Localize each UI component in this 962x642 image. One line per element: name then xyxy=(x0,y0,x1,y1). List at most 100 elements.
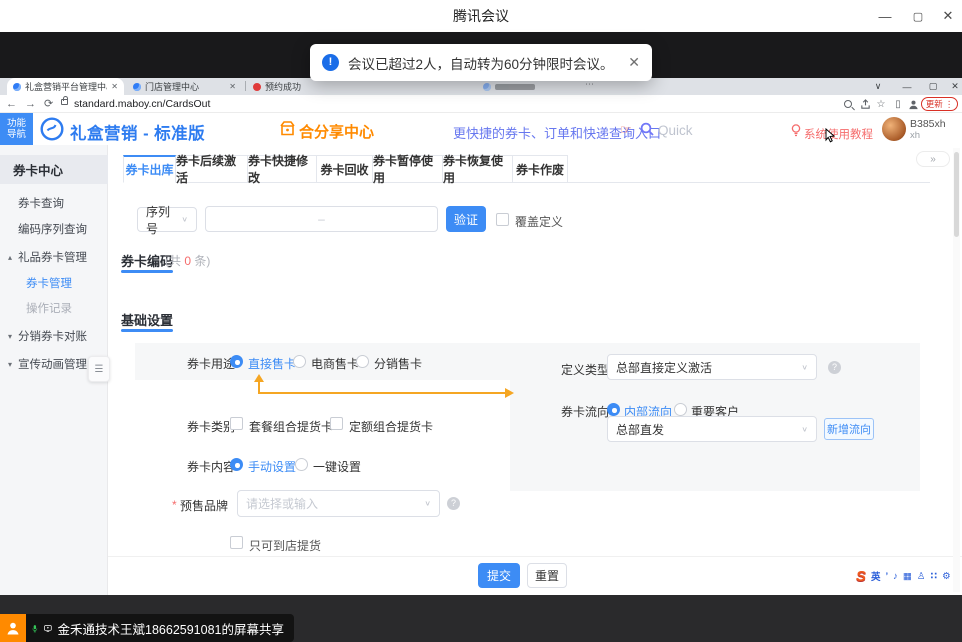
tab-card-quick-edit[interactable]: 券卡快捷修改 xyxy=(248,155,317,183)
ime-skin-icon[interactable]: ♙ xyxy=(917,571,926,582)
sidebar-item-operation-log[interactable]: 操作记录 xyxy=(0,298,108,318)
brand-select-input[interactable]: 请选择或输入 ∨ xyxy=(237,490,440,517)
category-option-fixed[interactable]: 定额组合提货卡 xyxy=(349,418,433,435)
ime-toolbox-icon[interactable]: ∷ xyxy=(930,571,937,582)
side-panel-icon[interactable]: ▯ xyxy=(891,97,905,111)
add-flow-button[interactable]: 新增流向 xyxy=(824,418,874,440)
ime-keyboard-icon[interactable]: ▦ xyxy=(903,571,912,582)
sidebar-item-card-management-active[interactable]: 券卡管理 xyxy=(0,273,108,293)
browser-tab-active[interactable]: 礼盒营销平台管理中心 ✕ xyxy=(7,78,124,95)
content-label: 券卡内容 xyxy=(187,458,235,475)
url-text[interactable]: standard.maboy.cn/CardsOut xyxy=(74,98,210,110)
sidebar-item-distribution-reconciliation[interactable]: ▾ 分销券卡对账 xyxy=(0,326,108,346)
tab-favicon xyxy=(483,83,491,91)
content-option-manual[interactable]: 手动设置 xyxy=(248,458,296,475)
quick-label[interactable]: Quick xyxy=(658,123,693,138)
meeting-minimize-button[interactable]: — xyxy=(870,0,900,32)
obscured-tab-fragment xyxy=(483,80,535,93)
tab-card-suspend[interactable]: 券卡暂停使用 xyxy=(373,155,443,183)
tab-card-recycle[interactable]: 券卡回收 xyxy=(317,155,373,183)
store-only-checkbox[interactable] xyxy=(230,536,243,549)
verify-button[interactable]: 验证 xyxy=(446,206,486,232)
screen-share-banner: 金禾通技术王斌18662591081的屏幕共享 xyxy=(26,614,294,642)
usage-option-direct[interactable]: 直接售卡 xyxy=(248,355,296,372)
content-radio-manual-selected[interactable] xyxy=(230,458,243,471)
browser-close-button[interactable]: ✕ xyxy=(946,79,962,94)
overwrite-checkbox[interactable] xyxy=(496,213,509,226)
browser-maximize-button[interactable]: ▢ xyxy=(924,79,942,94)
menu-dots-icon: ⋮ xyxy=(945,99,954,110)
usage-option-ecommerce[interactable]: 电商售卡 xyxy=(311,355,359,372)
usage-radio-ecommerce[interactable] xyxy=(293,355,306,368)
sidebar-item-code-sequence-query[interactable]: 编码序列查询 xyxy=(0,219,108,239)
meeting-close-button[interactable]: ✕ xyxy=(933,0,962,32)
share-page-icon[interactable] xyxy=(858,97,872,111)
sidebar-collapse-handle[interactable]: ☰ xyxy=(88,356,110,382)
browser-minimize-button[interactable]: — xyxy=(898,79,916,94)
tab-card-outbound[interactable]: 券卡出库 xyxy=(123,155,176,183)
sidebar-item-card-query[interactable]: 券卡查询 xyxy=(0,193,108,213)
category-checkbox-package[interactable] xyxy=(230,417,243,430)
usage-radio-distribution[interactable] xyxy=(356,355,369,368)
profile-icon[interactable] xyxy=(906,97,920,111)
back-icon[interactable]: ← xyxy=(6,97,17,111)
serial-range-input[interactable]: – xyxy=(205,206,438,232)
bookmark-star-icon[interactable]: ☆ xyxy=(874,97,888,111)
screen-share-icon xyxy=(44,622,52,635)
reset-button[interactable]: 重置 xyxy=(527,563,567,588)
ime-toolbar[interactable]: S 英 ’ ♪ ▦ ♙ ∷ ⚙ xyxy=(856,567,951,585)
ime-settings-icon[interactable]: ⚙ xyxy=(942,571,951,582)
quick-search-icon[interactable] xyxy=(640,122,654,136)
tab-title-fragment xyxy=(495,84,535,90)
flow-radio-vip[interactable] xyxy=(674,403,687,416)
definition-type-select[interactable]: 总部直接定义激活 ∨ xyxy=(607,354,817,380)
lock-icon[interactable] xyxy=(61,99,68,105)
codes-count: (共 0 条) xyxy=(165,252,210,269)
sidebar-header: 券卡中心 xyxy=(0,155,108,184)
reload-icon[interactable]: ⟳ xyxy=(44,97,53,111)
submit-button[interactable]: 提交 xyxy=(478,563,520,588)
sogou-logo-icon[interactable]: S xyxy=(856,568,866,585)
ime-punctuation-icon[interactable]: ’ xyxy=(886,571,889,582)
zoom-search-icon[interactable] xyxy=(841,97,855,111)
serial-field-select[interactable]: 序列号 ∨ xyxy=(137,207,197,232)
tab-favicon xyxy=(253,83,261,91)
toast-close-icon[interactable]: ✕ xyxy=(628,54,640,71)
forward-icon[interactable]: → xyxy=(25,97,36,111)
browser-tab-search-icon[interactable]: ∨ xyxy=(869,79,887,94)
overwrite-label: 覆盖定义 xyxy=(515,213,563,230)
definition-help-icon[interactable]: ? xyxy=(828,361,841,374)
content-option-onekey[interactable]: 一键设置 xyxy=(313,458,361,475)
tutorial-link[interactable]: 系统使用教程 xyxy=(804,126,873,142)
share-center-link[interactable]: 合分享中心 xyxy=(299,121,374,142)
meeting-toast: ! 会议已超过2人，自动转为60分钟限时会议。 ✕ xyxy=(310,44,652,81)
tab-close-icon[interactable]: ✕ xyxy=(229,82,236,91)
tab-card-void[interactable]: 券卡作废 xyxy=(513,155,568,183)
codes-count-close: 条) xyxy=(191,254,210,268)
sidebar-item-gift-card-management[interactable]: ▴ 礼品券卡管理 xyxy=(0,247,108,267)
tab-separator xyxy=(245,81,246,91)
ime-mic-icon[interactable]: ♪ xyxy=(893,571,898,582)
browser-tab-2[interactable]: 门店管理中心 ✕ xyxy=(127,78,242,95)
content-radio-onekey[interactable] xyxy=(295,458,308,471)
brand-help-icon[interactable]: ? xyxy=(447,497,460,510)
tab-close-icon[interactable]: ✕ xyxy=(111,82,118,91)
flow-radio-internal-selected[interactable] xyxy=(607,403,620,416)
category-option-package[interactable]: 套餐组合提货卡 xyxy=(249,418,333,435)
category-checkbox-fixed[interactable] xyxy=(330,417,343,430)
nav-toggle-button[interactable]: 功能 导航 xyxy=(0,113,33,145)
usage-option-distribution[interactable]: 分销售卡 xyxy=(374,355,422,372)
ime-lang-icon[interactable]: 英 xyxy=(871,569,881,583)
tab-card-resume[interactable]: 券卡恢复使用 xyxy=(443,155,513,183)
scrollbar-thumb[interactable] xyxy=(954,152,959,237)
user-avatar[interactable] xyxy=(882,117,906,141)
tab-title: 门店管理中心 xyxy=(145,80,225,93)
tab-card-later-activate[interactable]: 券卡后续激活 xyxy=(176,155,248,183)
flow-select[interactable]: 总部直发 ∨ xyxy=(607,416,817,442)
collapse-arrow-icon: ▴ xyxy=(8,253,12,262)
chrome-update-button[interactable]: 更新 ⋮ xyxy=(921,97,958,111)
usage-radio-direct-selected[interactable] xyxy=(230,355,243,368)
expand-panel-button[interactable]: » xyxy=(916,151,950,167)
toast-message: 会议已超过2人，自动转为60分钟限时会议。 xyxy=(348,53,614,73)
meeting-maximize-button[interactable]: ▢ xyxy=(903,0,933,32)
